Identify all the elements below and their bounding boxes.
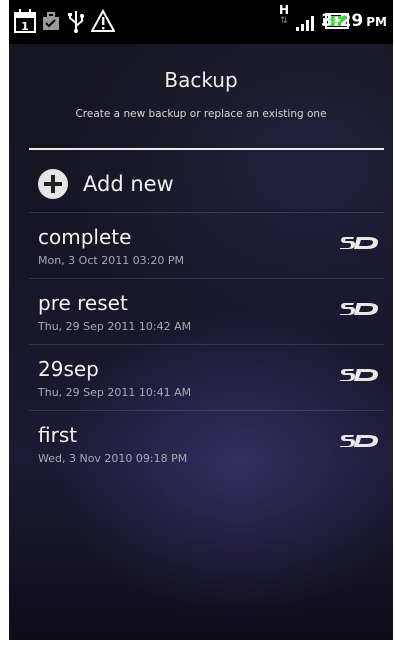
backup-name: pre reset <box>38 291 128 315</box>
backup-item-pre-reset[interactable]: pre reset Thu, 29 Sep 2011 10:42 AM <box>29 278 384 345</box>
plus-circle-icon <box>38 169 68 199</box>
backup-item-first[interactable]: first Wed, 3 Nov 2010 09:18 PM <box>29 410 384 477</box>
warning-icon <box>91 8 115 32</box>
page-title: Backup <box>164 68 238 92</box>
backup-name: first <box>38 423 78 447</box>
sd-card-icon <box>340 303 378 315</box>
backup-date: Mon, 3 Oct 2011 03:20 PM <box>38 254 185 267</box>
signal-icon <box>296 16 314 31</box>
usb-icon <box>68 11 84 33</box>
header-divider <box>29 148 384 150</box>
backup-item-29sep[interactable]: 29sep Thu, 29 Sep 2011 10:41 AM <box>29 344 384 411</box>
backup-name: 29sep <box>38 357 99 381</box>
backup-date: Thu, 29 Sep 2011 10:42 AM <box>38 320 192 333</box>
backup-screen: Backup Create a new backup or replace an… <box>9 44 393 640</box>
network-type: H <box>278 3 290 17</box>
add-new-label: Add new <box>83 172 174 196</box>
page-subtitle: Create a new backup or replace an existi… <box>75 108 327 120</box>
phone-screen: 1 H ⇅ 3:29 PM Backup Create a new backup… <box>9 0 393 640</box>
clock-time: 3:29 <box>320 11 364 31</box>
calendar-day: 1 <box>21 20 29 33</box>
backup-name: complete <box>38 225 132 249</box>
sd-card-icon <box>340 237 378 249</box>
backup-item-complete[interactable]: complete Mon, 3 Oct 2011 03:20 PM <box>29 212 384 279</box>
network-h-icon: H ⇅ <box>276 4 292 30</box>
briefcase-icon <box>43 12 59 30</box>
clock-ampm: PM <box>366 15 387 29</box>
backup-date: Wed, 3 Nov 2010 09:18 PM <box>38 452 188 465</box>
add-new-button[interactable]: Add new <box>29 152 384 212</box>
status-clock: 3:29 PM <box>321 11 387 31</box>
sd-card-icon <box>340 435 378 447</box>
sd-card-icon <box>340 369 378 381</box>
calendar-icon: 1 <box>14 9 36 33</box>
backup-date: Thu, 29 Sep 2011 10:41 AM <box>38 386 192 399</box>
status-bar: 1 H ⇅ 3:29 PM <box>9 0 393 44</box>
